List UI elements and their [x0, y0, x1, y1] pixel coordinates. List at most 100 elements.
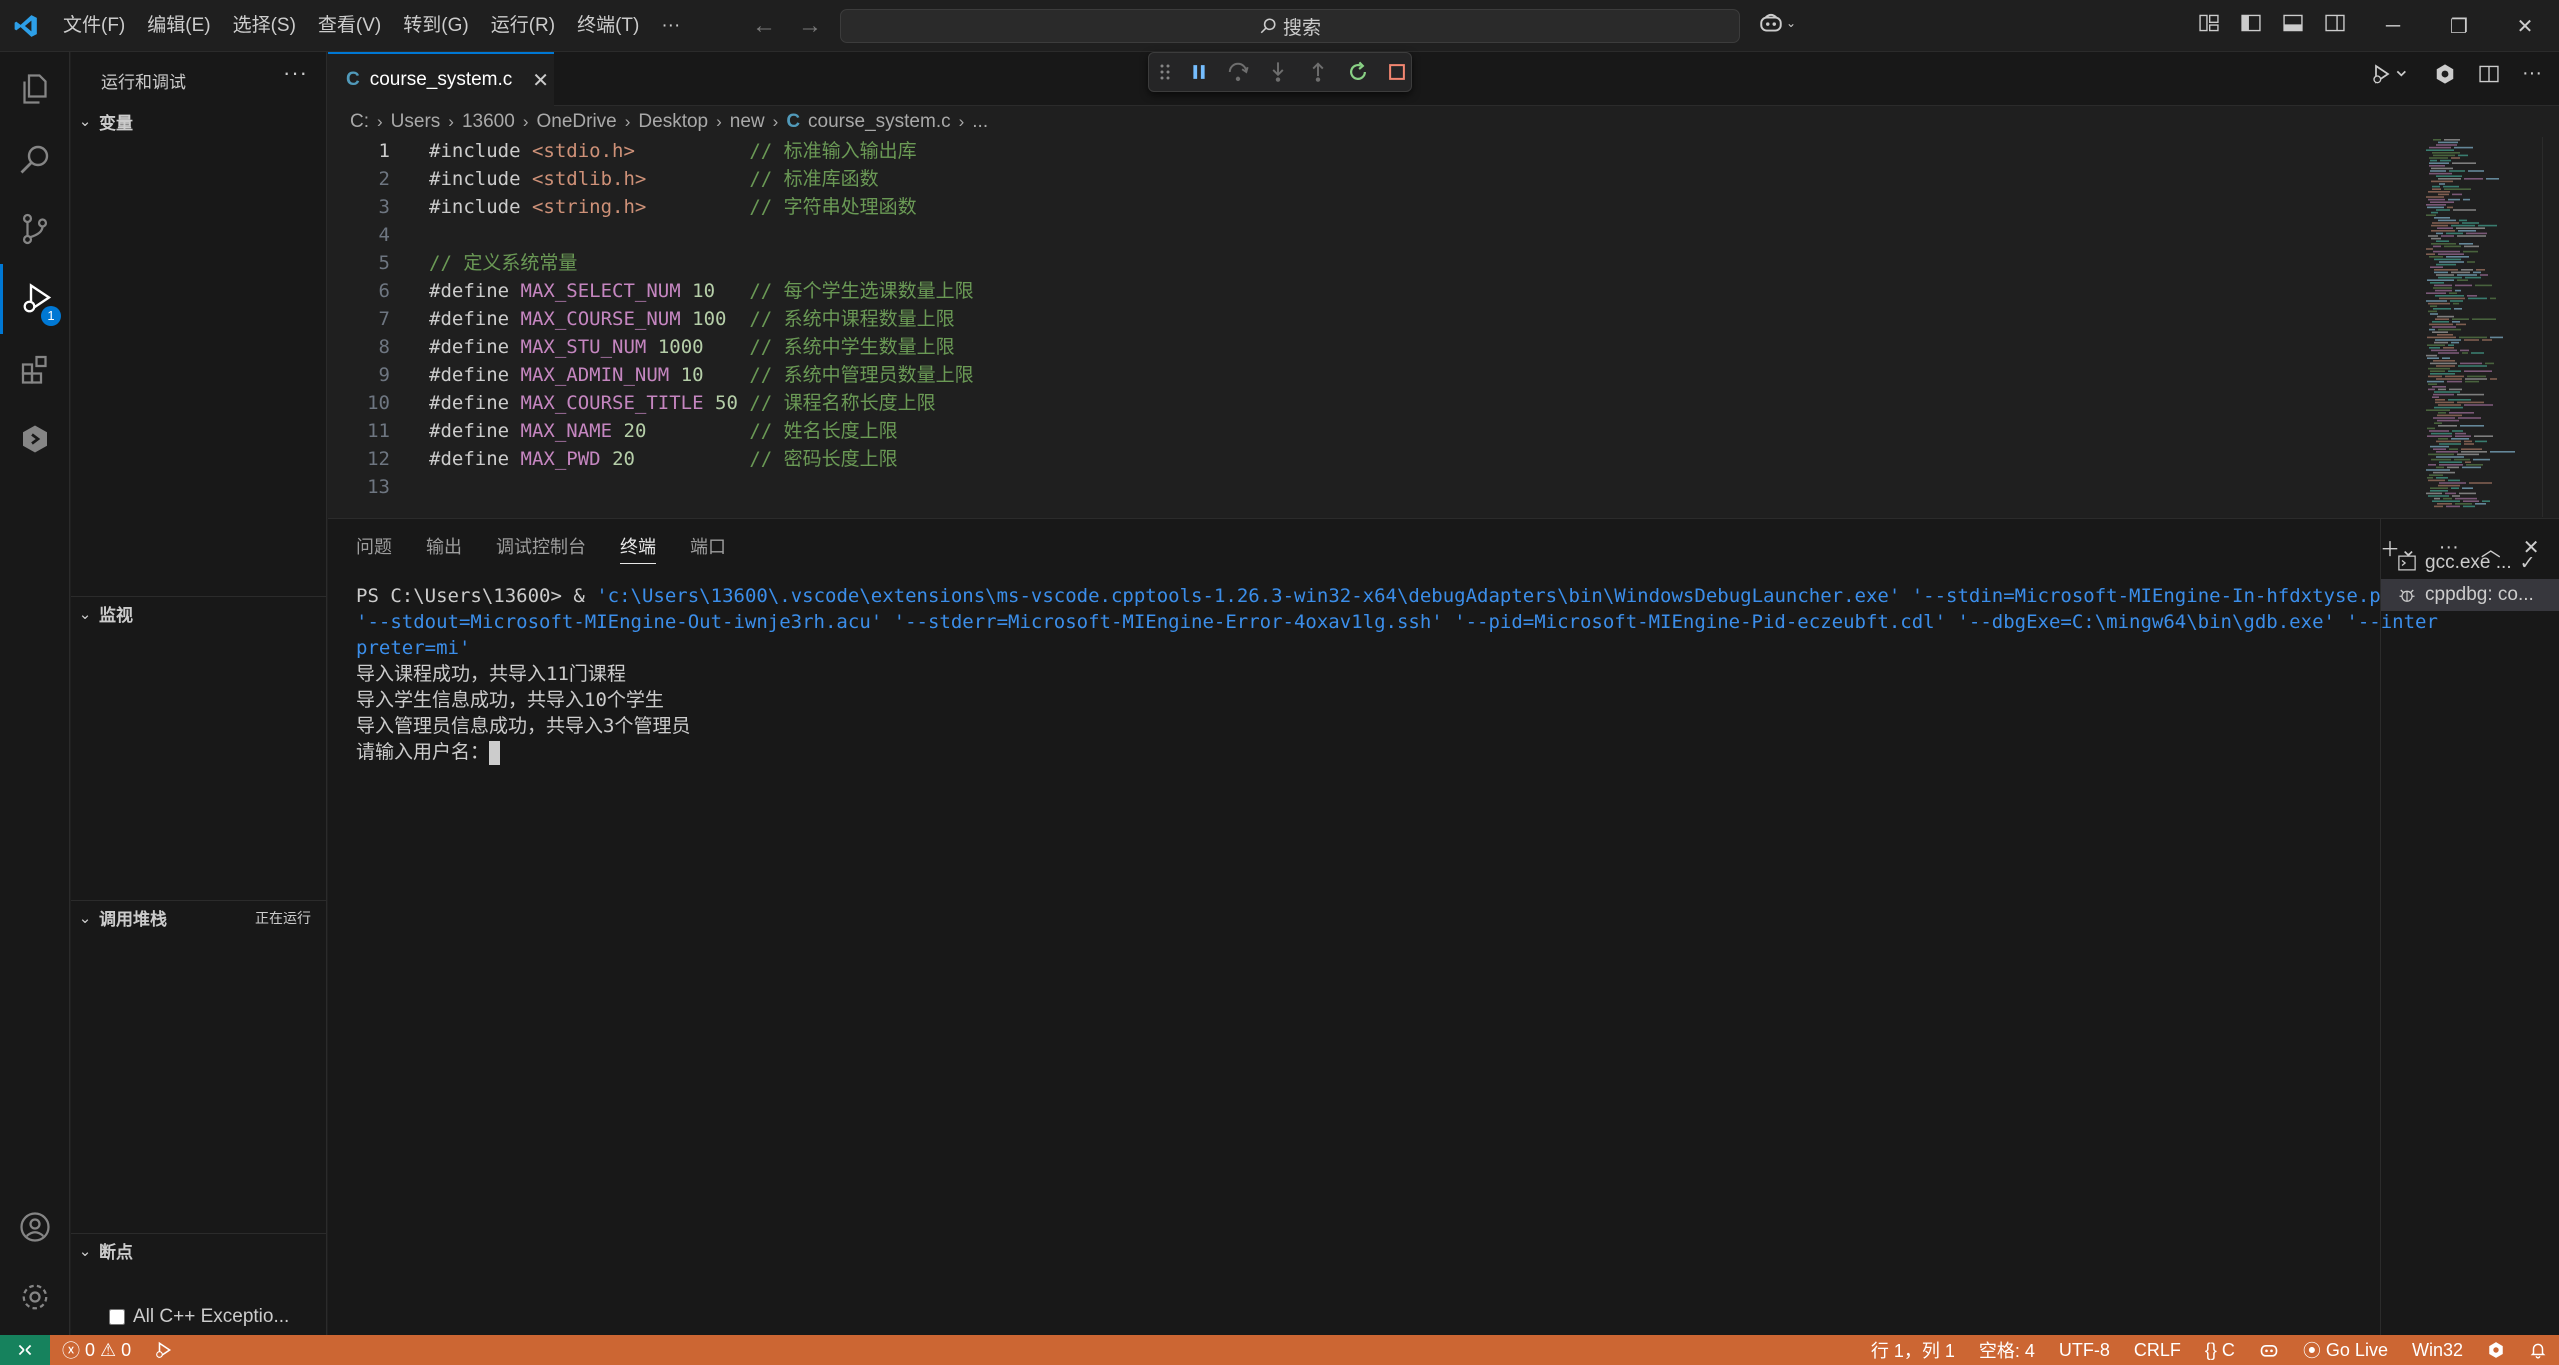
step-out-icon[interactable]	[1307, 61, 1329, 83]
breakpoint-checkbox[interactable]	[109, 1309, 125, 1325]
stop-icon[interactable]	[1387, 62, 1407, 82]
tab-terminal[interactable]: 终端	[620, 533, 656, 564]
minimap-line	[2428, 464, 2436, 466]
editor-actions: ···	[2372, 62, 2542, 85]
toggle-primary-sidebar-icon[interactable]	[2240, 12, 2262, 34]
copilot-edits-icon[interactable]	[2434, 63, 2456, 85]
bell-icon[interactable]	[2517, 1341, 2559, 1359]
tab-ports[interactable]: 端口	[690, 533, 726, 564]
code-token: MAX_NAME	[520, 420, 613, 442]
code-token: // 标准库函数	[749, 168, 879, 190]
explorer-icon[interactable]	[0, 54, 70, 124]
tab-output[interactable]: 输出	[426, 533, 462, 564]
sidebar-more-button[interactable]: ···	[283, 60, 308, 86]
terminal-tab-cppdbg[interactable]: cppdbg: co...	[2381, 579, 2559, 611]
minimap-line	[2437, 227, 2453, 229]
menu-file[interactable]: 文件(F)	[52, 8, 136, 44]
breadcrumb-item[interactable]: ...	[972, 111, 988, 133]
minimap-line	[2438, 328, 2461, 331]
breakpoints-section-header[interactable]: ⌄ 断点	[71, 1233, 327, 1267]
step-into-icon[interactable]	[1267, 61, 1289, 83]
go-live-button[interactable]: ⦿ Go Live	[2291, 1337, 2400, 1363]
run-debug-dropdown-icon[interactable]	[2372, 63, 2412, 85]
settings-gear-icon[interactable]	[0, 1262, 70, 1332]
toggle-panel-icon[interactable]	[2282, 12, 2304, 34]
breadcrumb-item[interactable]: course_system.c	[808, 111, 951, 133]
breakpoint-label: All C++ Exceptio...	[133, 1306, 290, 1327]
debug-status[interactable]	[143, 1341, 185, 1359]
minimap-line	[2451, 224, 2475, 227]
close-window-icon[interactable]: ✕	[2492, 0, 2558, 52]
terminal-output[interactable]: PS C:\Users\13600> & 'c:\Users\13600\.vs…	[356, 583, 2438, 765]
breadcrumb-item[interactable]: Desktop	[638, 111, 708, 133]
indentation[interactable]: 空格: 4	[1967, 1337, 2047, 1363]
platform-indicator[interactable]: Win32	[2400, 1340, 2475, 1361]
tab-course-system[interactable]: C course_system.c ✕	[328, 52, 554, 106]
breadcrumb-item[interactable]: OneDrive	[536, 111, 616, 133]
search-view-icon[interactable]	[0, 124, 70, 194]
callstack-section-header[interactable]: ⌄ 调用堆栈 正在运行	[71, 900, 327, 934]
chevron-right-icon: ›	[958, 112, 965, 131]
breadcrumb-item[interactable]: C:	[350, 111, 369, 133]
terminal-tab-gcc[interactable]: gcc.exe ... ✓	[2381, 547, 2559, 579]
extensions-icon[interactable]	[0, 334, 70, 404]
toggle-secondary-sidebar-icon[interactable]	[2324, 12, 2346, 34]
watch-section-header[interactable]: ⌄ 监视	[71, 596, 327, 630]
restore-icon[interactable]: ❐	[2426, 0, 2492, 52]
language-mode[interactable]: {} C	[2193, 1340, 2247, 1361]
code-token: 10	[680, 364, 704, 386]
customize-layout-icon[interactable]	[2198, 12, 2220, 34]
tab-problems[interactable]: 问题	[356, 533, 392, 564]
minimap-line	[2433, 393, 2454, 396]
cursor-position[interactable]: 行 1，列 1	[1859, 1337, 1967, 1363]
encoding[interactable]: UTF-8	[2047, 1340, 2122, 1361]
minimap-line	[2449, 412, 2474, 414]
variables-section-header[interactable]: ⌄ 变量	[71, 104, 327, 138]
editor-scrollbar[interactable]	[2542, 137, 2559, 517]
drag-handle-icon[interactable]	[1159, 62, 1171, 82]
notifications-icon[interactable]	[2475, 1341, 2517, 1359]
restart-icon[interactable]	[1347, 61, 1369, 83]
breadcrumb-item[interactable]: Users	[391, 111, 441, 133]
minimap-line	[2457, 274, 2477, 276]
minimap-line	[2458, 365, 2487, 367]
line-number: 1	[378, 140, 390, 162]
vscode-logo-icon	[0, 0, 52, 52]
menu-selection[interactable]: 选择(S)	[222, 8, 307, 44]
more-actions-icon[interactable]: ···	[2522, 62, 2542, 85]
minimize-icon[interactable]: ─	[2360, 0, 2426, 52]
remote-indicator[interactable]	[0, 1335, 50, 1365]
copilot-status[interactable]	[2247, 1340, 2291, 1360]
command-center-search[interactable]: 搜索	[840, 9, 1740, 43]
menu-terminal[interactable]: 终端(T)	[566, 8, 650, 44]
code-token: MAX_COURSE_NUM	[520, 308, 681, 330]
code-editor[interactable]: 1 #include <stdio.h> // 标准输入输出库 2 #include …	[328, 137, 2428, 517]
minimap-line	[2453, 209, 2476, 211]
breadcrumb-item[interactable]: 13600	[462, 111, 515, 133]
minimap-line	[2452, 318, 2469, 320]
menu-view[interactable]: 查看(V)	[307, 8, 392, 44]
minimap-line	[2438, 219, 2456, 222]
pause-icon[interactable]	[1189, 62, 1209, 82]
run-debug-icon[interactable]: 1	[0, 264, 70, 334]
remote-explorer-icon[interactable]	[0, 404, 70, 474]
split-editor-icon[interactable]	[2478, 63, 2500, 85]
line-ending[interactable]: CRLF	[2122, 1340, 2193, 1361]
back-arrow-icon[interactable]: ←	[752, 12, 776, 40]
breadcrumb-item[interactable]: new	[730, 111, 765, 133]
forward-arrow-icon[interactable]: →	[798, 12, 822, 40]
account-icon[interactable]	[0, 1192, 70, 1262]
sidebar-title: 运行和调试	[101, 73, 186, 92]
source-control-icon[interactable]	[0, 194, 70, 264]
problems-status[interactable]: ⓧ 0 ⚠ 0	[50, 1337, 143, 1363]
copilot-button[interactable]: ⌄	[1758, 10, 1796, 36]
menu-more[interactable]: ···	[650, 8, 691, 44]
menu-run[interactable]: 运行(R)	[480, 8, 566, 44]
minimap[interactable]	[2424, 137, 2534, 517]
tab-debug-console[interactable]: 调试控制台	[496, 533, 586, 564]
code-text: #include <stdio.h> // 标准输入输出库	[429, 137, 917, 165]
menu-edit[interactable]: 编辑(E)	[136, 8, 221, 44]
close-icon[interactable]: ✕	[532, 68, 549, 93]
menu-go[interactable]: 转到(G)	[392, 8, 479, 44]
step-over-icon[interactable]	[1227, 61, 1249, 83]
